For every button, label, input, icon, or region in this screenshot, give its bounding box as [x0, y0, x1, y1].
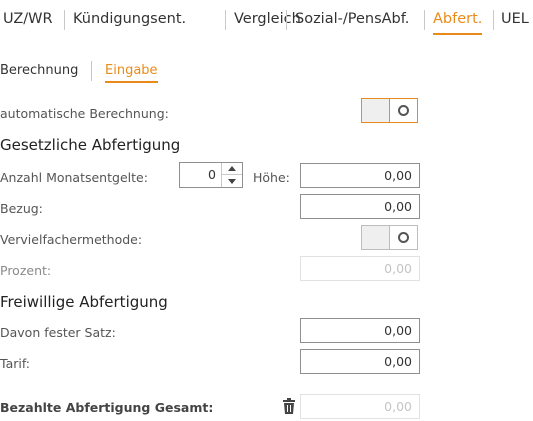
tab-uel[interactable]: UEL — [501, 8, 529, 36]
toggle-track — [362, 99, 390, 122]
vervielfachermethode-label: Vervielfachermethode: — [0, 232, 143, 247]
stepper-up-button[interactable] — [222, 163, 242, 175]
davon-fester-satz-label: Davon fester Satz: — [0, 325, 116, 340]
vervielfachermethode-toggle[interactable] — [361, 225, 418, 250]
toggle-track — [362, 226, 390, 249]
stepper-buttons — [221, 163, 242, 187]
subtab-eingabe[interactable]: Eingabe — [105, 62, 158, 83]
tab-kuendigungsent[interactable]: Kündigungsent. — [73, 8, 186, 36]
tab-vergleich[interactable]: Vergleich — [234, 8, 301, 36]
circle-icon — [398, 105, 409, 116]
auto-calc-label: automatische Berechnung: — [0, 106, 169, 121]
subtab-divider — [91, 61, 92, 81]
freiwillige-heading: Freiwillige Abfertigung — [0, 293, 168, 311]
tab-divider — [225, 10, 226, 30]
subtab-berechnung[interactable]: Berechnung — [0, 62, 78, 80]
anzahl-monatsentgelte-label: Anzahl Monatsentgelte: — [0, 170, 148, 185]
tab-divider — [286, 10, 287, 30]
stepper-down-button[interactable] — [222, 175, 242, 187]
tab-divider — [64, 10, 65, 30]
bezahlte-abfertigung-gesamt-label: Bezahlte Abfertigung Gesamt: — [0, 400, 214, 415]
tarif-label: Tarif: — [0, 356, 31, 371]
tab-uz-wr[interactable]: UZ/WR — [3, 8, 53, 36]
davon-fester-satz-field[interactable]: 0,00 — [300, 318, 420, 343]
tab-abfert[interactable]: Abfert. — [433, 8, 483, 36]
tab-divider — [424, 10, 425, 30]
circle-icon — [398, 232, 409, 243]
bezug-field[interactable]: 0,00 — [300, 194, 420, 219]
chevron-up-icon — [228, 166, 236, 171]
hoehe-label: Höhe: — [253, 170, 290, 185]
tarif-field[interactable]: 0,00 — [300, 349, 420, 374]
bezug-label: Bezug: — [0, 201, 43, 216]
tab-divider — [493, 10, 494, 30]
gesamt-field: 0,00 — [300, 394, 420, 419]
prozent-label: Prozent: — [0, 263, 52, 278]
auto-calc-toggle[interactable] — [361, 98, 418, 123]
anzahl-value: 0 — [208, 167, 216, 182]
gesetzliche-heading: Gesetzliche Abfertigung — [0, 136, 181, 154]
tab-sozial-pensabf[interactable]: Sozial-/PensAbf. — [295, 8, 409, 36]
trash-icon[interactable] — [282, 398, 296, 414]
hoehe-field[interactable]: 0,00 — [300, 163, 420, 188]
prozent-field: 0,00 — [300, 256, 420, 281]
toggle-knob-area — [390, 226, 417, 249]
top-tab-bar: UZ/WR Kündigungsent. Vergleich Sozial-/P… — [0, 8, 533, 36]
chevron-down-icon — [228, 178, 236, 184]
anzahl-monatsentgelte-stepper[interactable]: 0 — [179, 162, 243, 188]
toggle-knob-area — [390, 99, 417, 122]
